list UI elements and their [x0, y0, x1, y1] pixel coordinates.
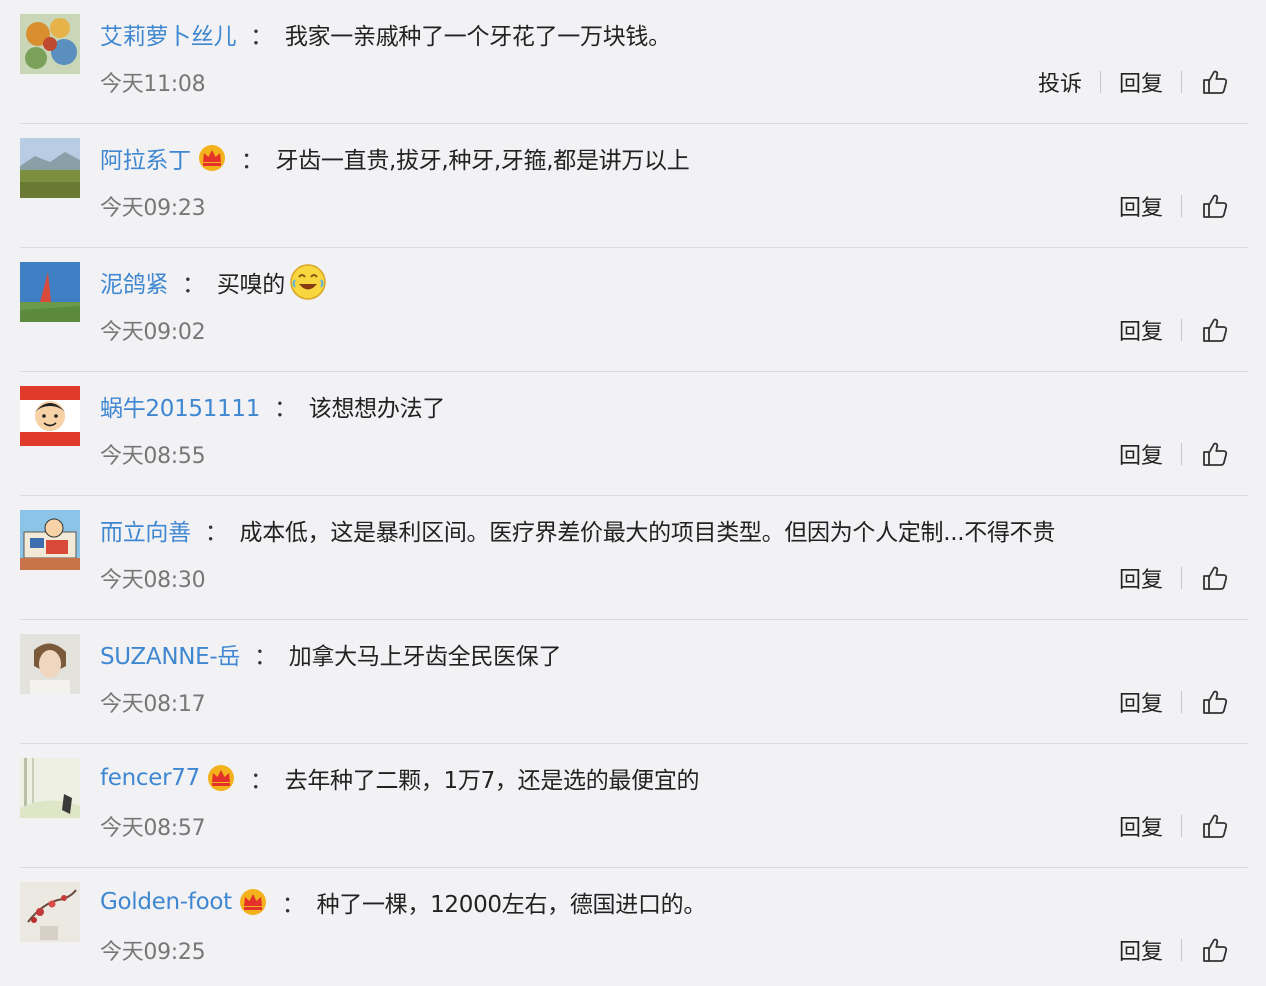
- comment-text: 牙齿一直贵,拔牙,种牙,牙箍,都是讲万以上: [275, 148, 690, 174]
- comment-text: 成本低，这是暴利区间。医疗界差价最大的项目类型。但因为个人定制...不得不贵: [239, 520, 1056, 546]
- thumbs-up-icon[interactable]: [1200, 191, 1230, 221]
- comment-timestamp: 今天09:02: [100, 320, 206, 345]
- avatar[interactable]: [20, 14, 80, 74]
- action-divider: [1181, 443, 1182, 465]
- comment-item: Golden-foot ： 种了一棵，12000左右，德国进口的。 今天09:2…: [0, 868, 1266, 986]
- action-divider: [1181, 567, 1182, 589]
- comment-timestamp: 今天09:23: [100, 196, 206, 221]
- vip-crown-icon: [238, 888, 268, 916]
- comment-actions: 回复: [1119, 804, 1230, 848]
- thumbs-up-icon[interactable]: [1200, 67, 1230, 97]
- colon-separator: ：: [274, 396, 297, 422]
- comment-text: 去年种了二颗，1万7，还是选的最便宜的: [284, 768, 700, 794]
- comment-actions: 投诉 回复: [1038, 60, 1230, 104]
- colon-separator: ：: [254, 644, 277, 670]
- comment-actions: 回复: [1119, 308, 1230, 352]
- comment-item: 蜗牛20151111 ： 该想想办法了 今天08:55 回复: [0, 372, 1266, 496]
- comment-text: 我家一亲戚种了一个牙花了一万块钱。: [284, 24, 671, 50]
- colon-separator: ：: [182, 272, 205, 298]
- thumbs-up-icon[interactable]: [1200, 935, 1230, 965]
- comment-timestamp: 今天08:55: [100, 444, 206, 469]
- avatar-image: [20, 138, 80, 198]
- comment-timestamp: 今天09:25: [100, 940, 206, 965]
- comment-text: 种了一棵，12000左右，德国进口的。: [316, 892, 707, 918]
- username-link[interactable]: 泥鸽紧: [100, 265, 168, 299]
- colon-separator: ：: [250, 24, 273, 50]
- comment-list: 艾莉萝卜丝儿 ： 我家一亲戚种了一个牙花了一万块钱。 今天11:08 投诉 回复: [0, 0, 1266, 986]
- username-link[interactable]: SUZANNE-岳: [100, 637, 240, 671]
- colon-separator: ：: [240, 148, 264, 174]
- thumbs-up-icon[interactable]: [1200, 315, 1230, 345]
- comment-item: fencer77 ： 去年种了二颗，1万7，还是选的最便宜的 今天08:57 回…: [0, 744, 1266, 868]
- thumbs-up-icon[interactable]: [1200, 687, 1230, 717]
- report-button[interactable]: 投诉: [1038, 66, 1082, 98]
- thumbs-up-icon[interactable]: [1200, 563, 1230, 593]
- thumbs-up-icon[interactable]: [1200, 439, 1230, 469]
- action-divider: [1099, 71, 1101, 93]
- reply-button[interactable]: 回复: [1119, 66, 1163, 98]
- vip-crown-icon: [197, 144, 227, 172]
- action-divider: [1181, 815, 1182, 837]
- colon-separator: ：: [281, 892, 305, 918]
- action-divider: [1181, 939, 1182, 961]
- comment-timestamp: 今天08:17: [100, 692, 206, 717]
- comment-text: 该想想办法了: [308, 396, 446, 422]
- comment-text: 加拿大马上牙齿全民医保了: [288, 644, 562, 670]
- thumbs-up-icon[interactable]: [1200, 811, 1230, 841]
- action-divider: [1181, 691, 1182, 713]
- reply-button[interactable]: 回复: [1119, 438, 1163, 470]
- comment-actions: 回复: [1119, 928, 1230, 972]
- colon-separator: ：: [204, 520, 228, 546]
- avatar-image: [20, 262, 80, 322]
- comment-timestamp: 今天08:57: [100, 816, 206, 841]
- comment-timestamp: 今天11:08: [100, 72, 206, 97]
- reply-button[interactable]: 回复: [1119, 686, 1163, 718]
- action-divider: [1181, 71, 1182, 93]
- reply-button[interactable]: 回复: [1119, 314, 1163, 346]
- reply-button[interactable]: 回复: [1119, 810, 1163, 842]
- avatar-image: [20, 758, 80, 818]
- comment-actions: 回复: [1119, 556, 1230, 600]
- username-link[interactable]: 而立向善: [100, 513, 191, 547]
- comment-timestamp: 今天08:30: [100, 568, 206, 593]
- avatar-image: [20, 634, 80, 694]
- action-divider: [1181, 195, 1182, 217]
- vip-crown-icon: [206, 764, 236, 792]
- username-link[interactable]: 阿拉系丁: [100, 141, 191, 175]
- comment-actions: 回复: [1119, 432, 1230, 476]
- username-link[interactable]: fencer77: [100, 765, 200, 791]
- action-divider: [1181, 319, 1182, 341]
- laughing-emoji-icon: [289, 263, 327, 301]
- avatar-image: [20, 510, 80, 570]
- comment-actions: 回复: [1119, 680, 1230, 724]
- comment-item: 艾莉萝卜丝儿 ： 我家一亲戚种了一个牙花了一万块钱。 今天11:08 投诉 回复: [0, 0, 1266, 124]
- avatar-image: [20, 386, 80, 446]
- reply-button[interactable]: 回复: [1119, 190, 1163, 222]
- avatar-image: [20, 882, 80, 942]
- avatar-image: [20, 14, 80, 74]
- comment-item: 阿拉系丁 ： 牙齿一直贵,拔牙,种牙,牙箍,都是讲万以上 今天09:23 回复: [0, 124, 1266, 248]
- username-link[interactable]: Golden-foot: [100, 889, 232, 915]
- avatar[interactable]: [20, 634, 80, 694]
- comment-item: 而立向善 ： 成本低，这是暴利区间。医疗界差价最大的项目类型。但因为个人定制..…: [0, 496, 1266, 620]
- reply-button[interactable]: 回复: [1119, 562, 1163, 594]
- username-link[interactable]: 艾莉萝卜丝儿: [100, 17, 237, 51]
- avatar[interactable]: [20, 138, 80, 198]
- comment-text: 买嗅的: [216, 272, 285, 298]
- comment-item: SUZANNE-岳 ： 加拿大马上牙齿全民医保了 今天08:17 回复: [0, 620, 1266, 744]
- comment-item: 泥鸽紧 ： 买嗅的 今天09:02 回复: [0, 248, 1266, 372]
- avatar[interactable]: [20, 386, 80, 446]
- username-link[interactable]: 蜗牛20151111: [100, 389, 260, 423]
- avatar[interactable]: [20, 882, 80, 942]
- avatar[interactable]: [20, 262, 80, 322]
- reply-button[interactable]: 回复: [1119, 934, 1163, 966]
- avatar[interactable]: [20, 758, 80, 818]
- avatar[interactable]: [20, 510, 80, 570]
- colon-separator: ：: [249, 768, 273, 794]
- comment-actions: 回复: [1119, 184, 1230, 228]
